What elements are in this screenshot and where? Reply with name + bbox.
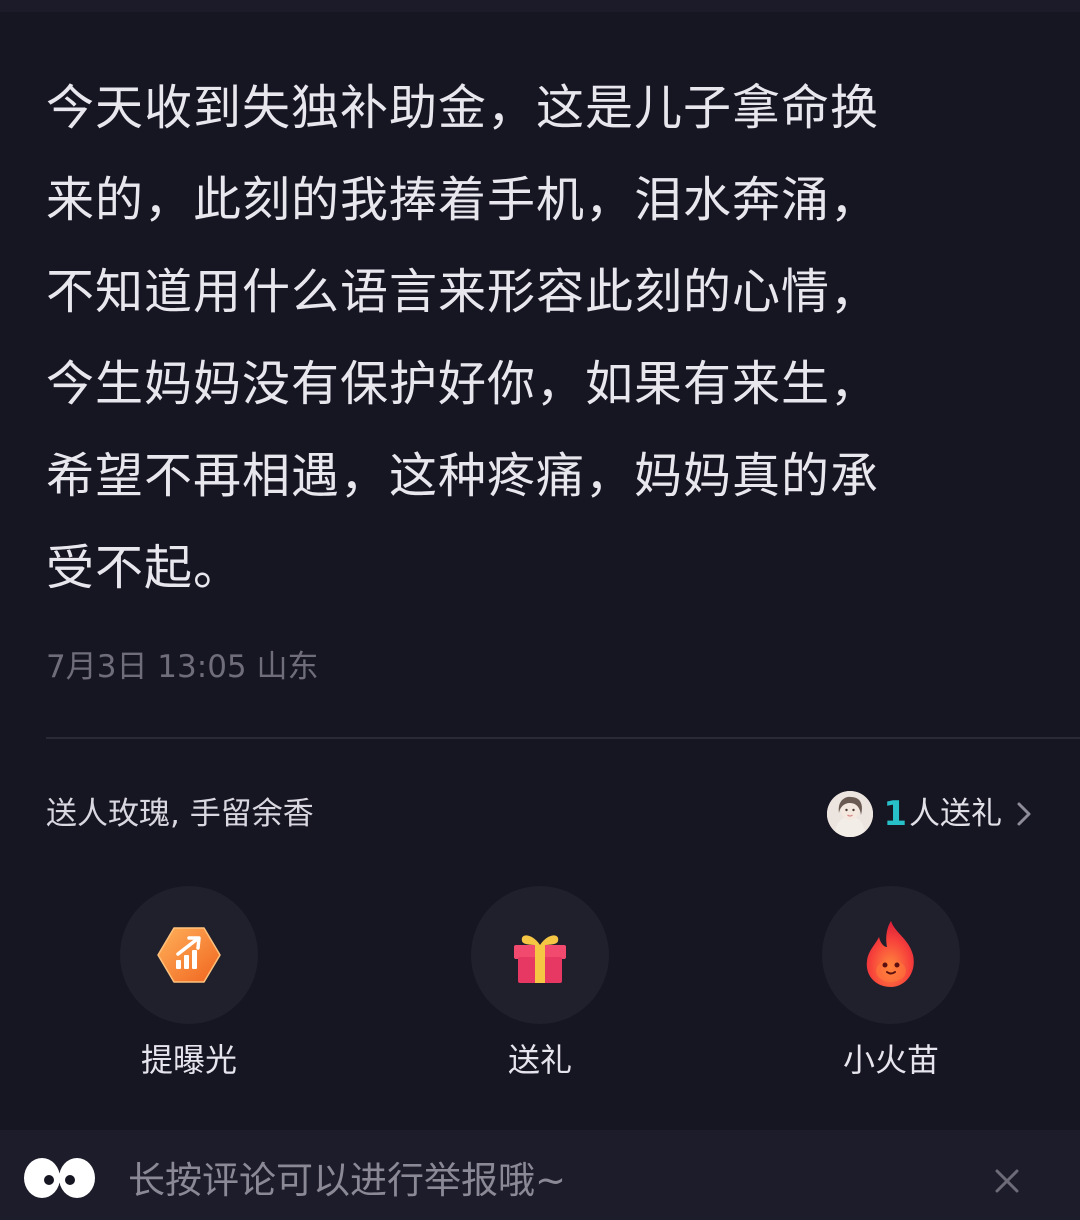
user-avatar-icon (827, 791, 874, 837)
gift-slogan: 送人玫瑰, 手留余香 (46, 796, 314, 832)
post-detail-screen: 今天收到失独补助金，这是儿子拿命换 来的，此刻的我捧着手机，泪水奔涌， 不知道用… (0, 0, 1080, 1220)
chevron-right-icon (1017, 802, 1031, 826)
little-flame-circle (822, 886, 960, 1024)
post-meta: 7月3日 13:05 山东 (46, 649, 319, 685)
gift-givers-link[interactable]: 1 人送礼 (827, 788, 1036, 840)
post-line: 不知道用什么语言来形容此刻的心情， (46, 264, 880, 320)
action-bar: 提曝光 送礼 小火苗 (0, 886, 1080, 1086)
gift-count: 1 (883, 794, 907, 834)
send-gift-label: 送礼 (507, 1041, 572, 1079)
boost-exposure-circle (120, 886, 258, 1024)
little-flame-label: 小火苗 (842, 1041, 939, 1079)
post-line: 希望不再相遇，这种疼痛，妈妈真的承 (46, 448, 880, 504)
gift-box-icon (514, 935, 566, 983)
report-tip-bar: 长按评论可以进行举报哦~ (0, 1130, 1080, 1220)
gift-row: 送人玫瑰, 手留余香 1 人送礼 (46, 788, 1036, 840)
boost-exposure-button[interactable]: 提曝光 (89, 886, 289, 1082)
post-line: 今生妈妈没有保护好你，如果有来生， (46, 356, 880, 412)
report-tip-text: 长按评论可以进行举报哦~ (128, 1159, 567, 1202)
top-edge (0, 0, 1080, 12)
avatar (827, 791, 874, 837)
little-flame-button[interactable]: 小火苗 (791, 886, 991, 1082)
post-text: 今天收到失独补助金，这是儿子拿命换 来的，此刻的我捧着手机，泪水奔涌， 不知道用… (46, 62, 1036, 614)
post-line: 今天收到失独补助金，这是儿子拿命换 (46, 80, 880, 136)
gift-count-label: 人送礼 (909, 796, 1002, 832)
eyes-icon (24, 1158, 95, 1198)
boost-exposure-label: 提曝光 (140, 1041, 237, 1079)
send-gift-circle (471, 886, 609, 1024)
post-line: 受不起。 (46, 540, 243, 596)
flame-icon (866, 921, 914, 987)
close-icon[interactable] (990, 1164, 1024, 1198)
divider (46, 737, 1080, 739)
send-gift-button[interactable]: 送礼 (440, 886, 640, 1082)
boost-exposure-icon (157, 927, 221, 983)
post-line: 来的，此刻的我捧着手机，泪水奔涌， (46, 172, 880, 228)
